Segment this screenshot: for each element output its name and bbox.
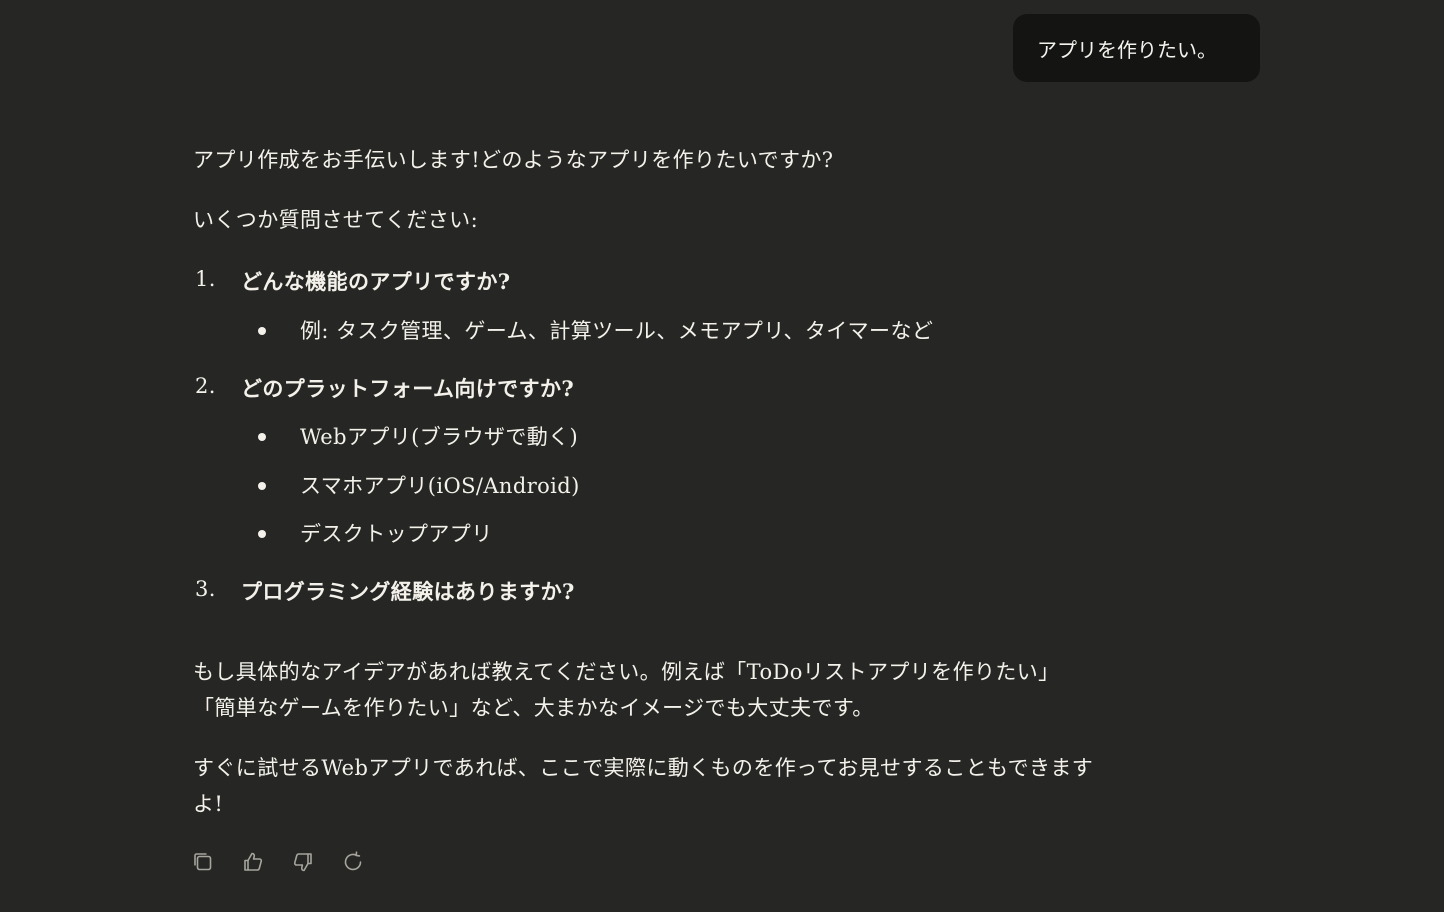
bullet-text: デスクトップアプリ [300, 522, 493, 546]
bullet-text: スマホアプリ(iOS/Android) [300, 474, 580, 498]
paragraph-2-line-1: すぐに試せるWebアプリであれば、ここで実際に動くものを作ってお見せすることもで… [193, 756, 1094, 780]
question-number: 3. [195, 577, 216, 601]
bullet-text: 例: タスク管理、ゲーム、計算ツール、メモアプリ、タイマーなど [300, 319, 934, 343]
user-message-bubble: アプリを作りたい。 [1013, 14, 1260, 82]
bullet-icon [258, 530, 266, 538]
bullet-icon [258, 433, 266, 441]
question-text: どのプラットフォーム向けですか? [241, 376, 575, 401]
thumbs-down-icon [293, 853, 312, 872]
bullet-icon [258, 482, 266, 490]
user-message-text: アプリを作りたい。 [1037, 37, 1217, 62]
copy-icon [194, 853, 212, 871]
question-number: 2. [195, 374, 216, 398]
question-number: 1. [195, 267, 216, 291]
question-text: プログラミング経験はありますか? [241, 579, 575, 604]
response-intro: アプリ作成をお手伝いします!どのようなアプリを作りたいですか? [193, 148, 834, 172]
thumbs-up-button[interactable] [240, 848, 266, 876]
thumbs-down-button[interactable] [290, 848, 316, 876]
thumbs-up-icon [244, 852, 263, 871]
bullet-text: Webアプリ(ブラウザで動く) [300, 425, 579, 449]
question-text: どんな機能のアプリですか? [241, 269, 511, 294]
paragraph-1-line-1: もし具体的なアイデアがあれば教えてください。例えば「ToDoリストアプリを作りた… [193, 660, 1060, 684]
copy-button[interactable] [190, 848, 216, 876]
retry-button[interactable] [340, 848, 366, 876]
bullet-icon [258, 327, 266, 335]
paragraph-1-line-2: 「簡単なゲームを作りたい」など、大まかなイメージでも大丈夫です。 [193, 696, 874, 720]
paragraph-2-line-2: よ! [193, 792, 224, 816]
response-lead: いくつか質問させてください: [193, 208, 479, 232]
retry-icon [344, 851, 362, 871]
message-actions [190, 848, 366, 876]
